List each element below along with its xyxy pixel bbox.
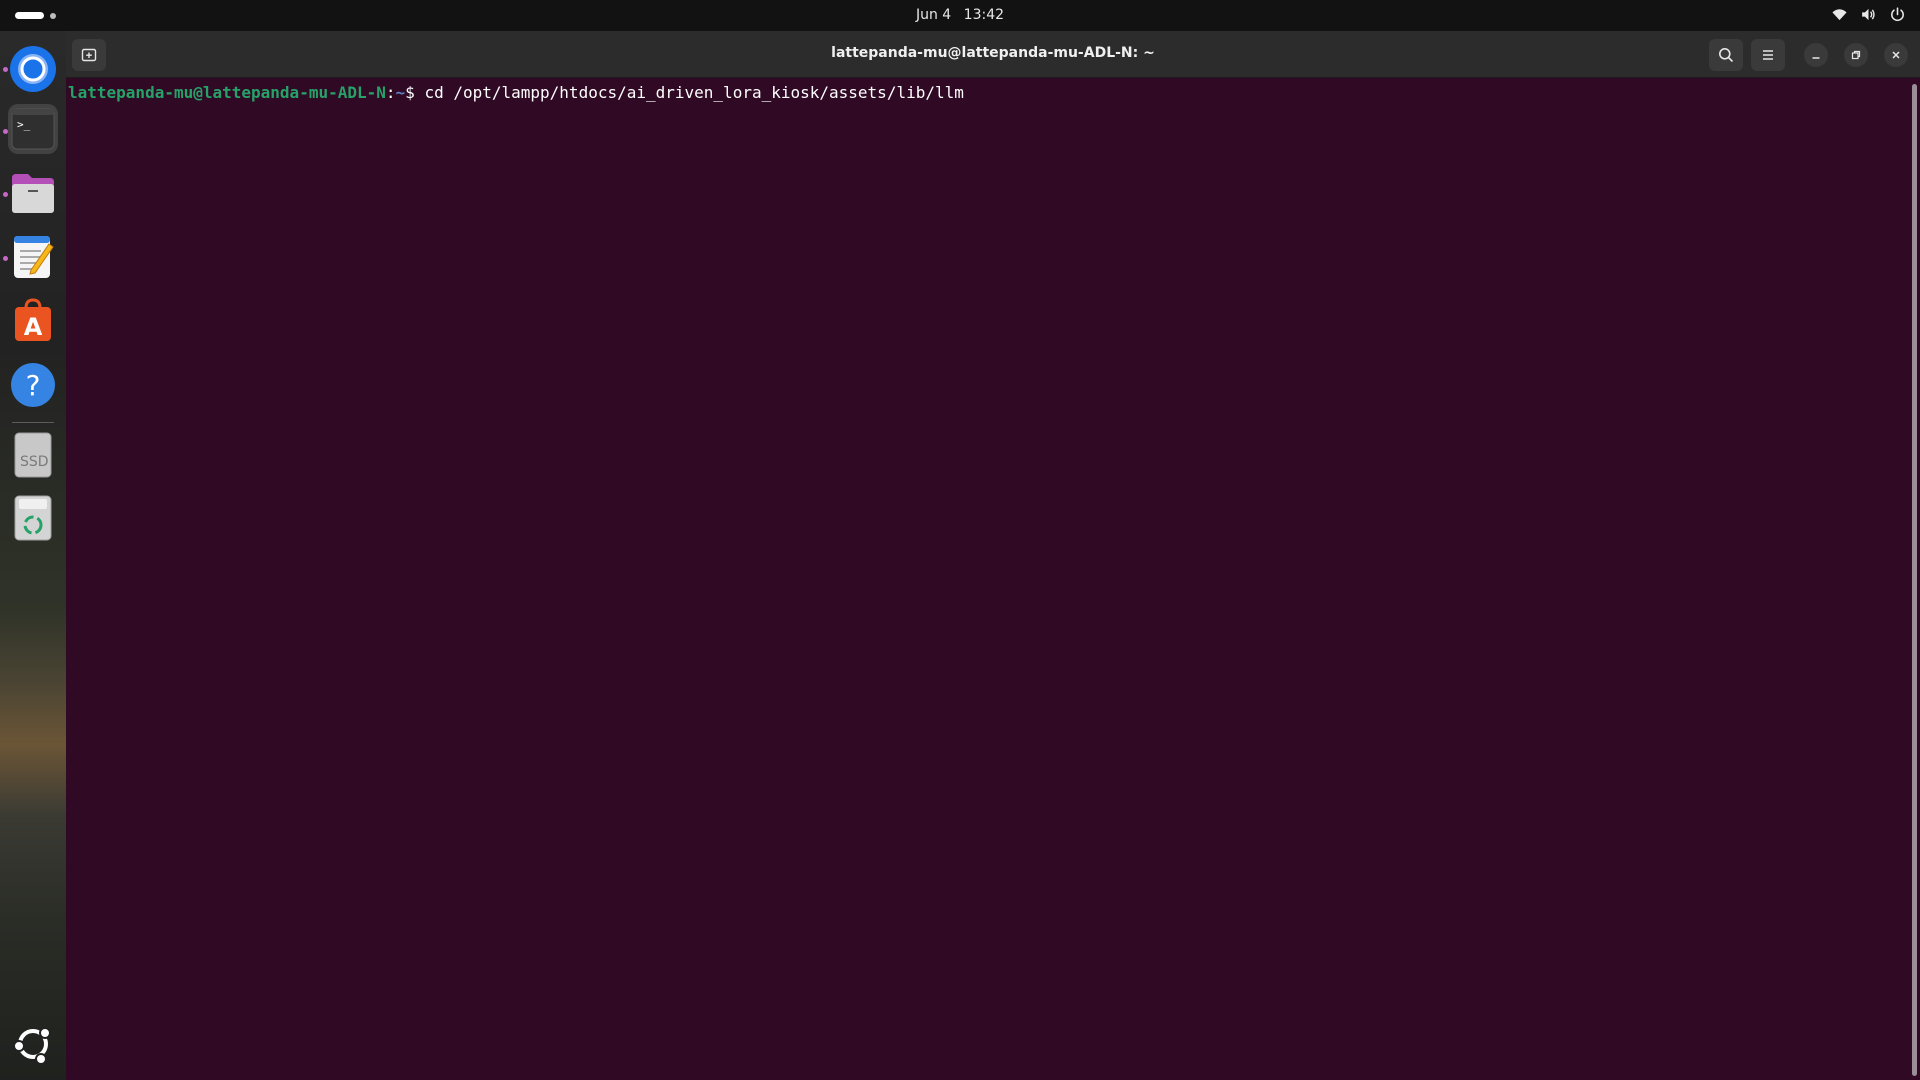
terminal-window: lattepanda-mu@lattepanda-mu-ADL-N: ~ lat… [66, 31, 1920, 1080]
help-icon: ? [11, 363, 55, 407]
ubuntu-logo-icon [13, 1027, 51, 1064]
close-icon [1892, 51, 1900, 59]
top-bar: Jun 4 13:42 [0, 0, 1920, 31]
dock-separator [12, 422, 54, 423]
minimize-button[interactable] [1804, 43, 1828, 67]
system-tray[interactable] [1831, 6, 1906, 23]
menu-button[interactable] [1751, 39, 1785, 71]
prompt-symbol: $ [405, 83, 425, 102]
dock-item-text-editor[interactable] [8, 232, 58, 282]
hamburger-menu-icon [1763, 50, 1773, 60]
scrollbar[interactable] [1912, 84, 1917, 1076]
dock-item-app-center[interactable]: A [8, 295, 58, 345]
svg-text:A: A [24, 313, 43, 341]
volume-icon[interactable] [1860, 6, 1877, 23]
command-text: cd /opt/lampp/htdocs/ai_driven_lora_kios… [424, 83, 964, 102]
maximize-button[interactable] [1844, 43, 1868, 67]
dock-item-files[interactable] [8, 168, 58, 218]
terminal-output[interactable]: lattepanda-mu@lattepanda-mu-ADL-N:~$ cd … [66, 78, 1908, 1080]
power-icon[interactable] [1889, 6, 1906, 23]
prompt-user-host: lattepanda-mu@lattepanda-mu-ADL-N [68, 83, 386, 102]
close-button[interactable] [1884, 43, 1908, 67]
clock-date: Jun 4 [915, 7, 952, 23]
dock-item-ssd[interactable]: SSD [8, 430, 58, 480]
dock-item-terminal[interactable]: >_ [8, 104, 58, 154]
search-button[interactable] [1709, 39, 1743, 71]
prompt-path: ~ [395, 83, 406, 102]
dock-item-chromium[interactable] [8, 44, 58, 94]
restore-icon [1851, 50, 1861, 60]
terminal-icon: >_ [11, 108, 55, 150]
dock-item-trash[interactable] [8, 493, 58, 543]
dock-item-show-apps[interactable] [8, 1019, 58, 1069]
files-icon [12, 174, 54, 213]
trash-icon [14, 495, 52, 541]
chromium-icon [10, 46, 56, 92]
dock-item-help[interactable]: ? [8, 360, 58, 410]
ssd-label: SSD [20, 454, 49, 470]
minimize-icon [1812, 57, 1820, 59]
dock: >_ A ? SSD [0, 31, 66, 1080]
terminal-line: lattepanda-mu@lattepanda-mu-ADL-N:~$ cd … [68, 83, 964, 102]
prompt-colon: : [385, 83, 396, 102]
text-editor-icon [14, 236, 54, 278]
svg-text:?: ? [26, 369, 41, 402]
svg-text:>_: >_ [17, 118, 31, 131]
wifi-icon[interactable] [1831, 6, 1848, 23]
search-icon [1719, 48, 1734, 63]
app-center-icon: A [15, 298, 51, 341]
window-title: lattepanda-mu@lattepanda-mu-ADL-N: ~ [831, 45, 1155, 61]
window-header[interactable]: lattepanda-mu@lattepanda-mu-ADL-N: ~ [66, 31, 1920, 78]
clock-time: 13:42 [963, 7, 1005, 23]
clock[interactable]: Jun 4 13:42 [0, 7, 1920, 23]
